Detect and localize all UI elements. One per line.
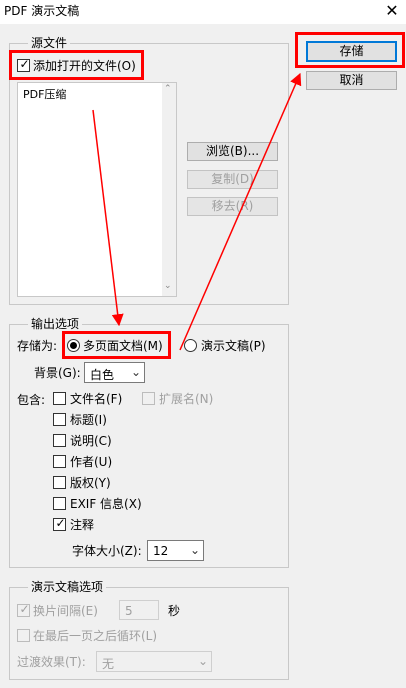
annotation-arrow-up (179, 72, 302, 351)
annotation-arrows (92, 72, 302, 351)
annotation-arrow-down (92, 109, 124, 327)
